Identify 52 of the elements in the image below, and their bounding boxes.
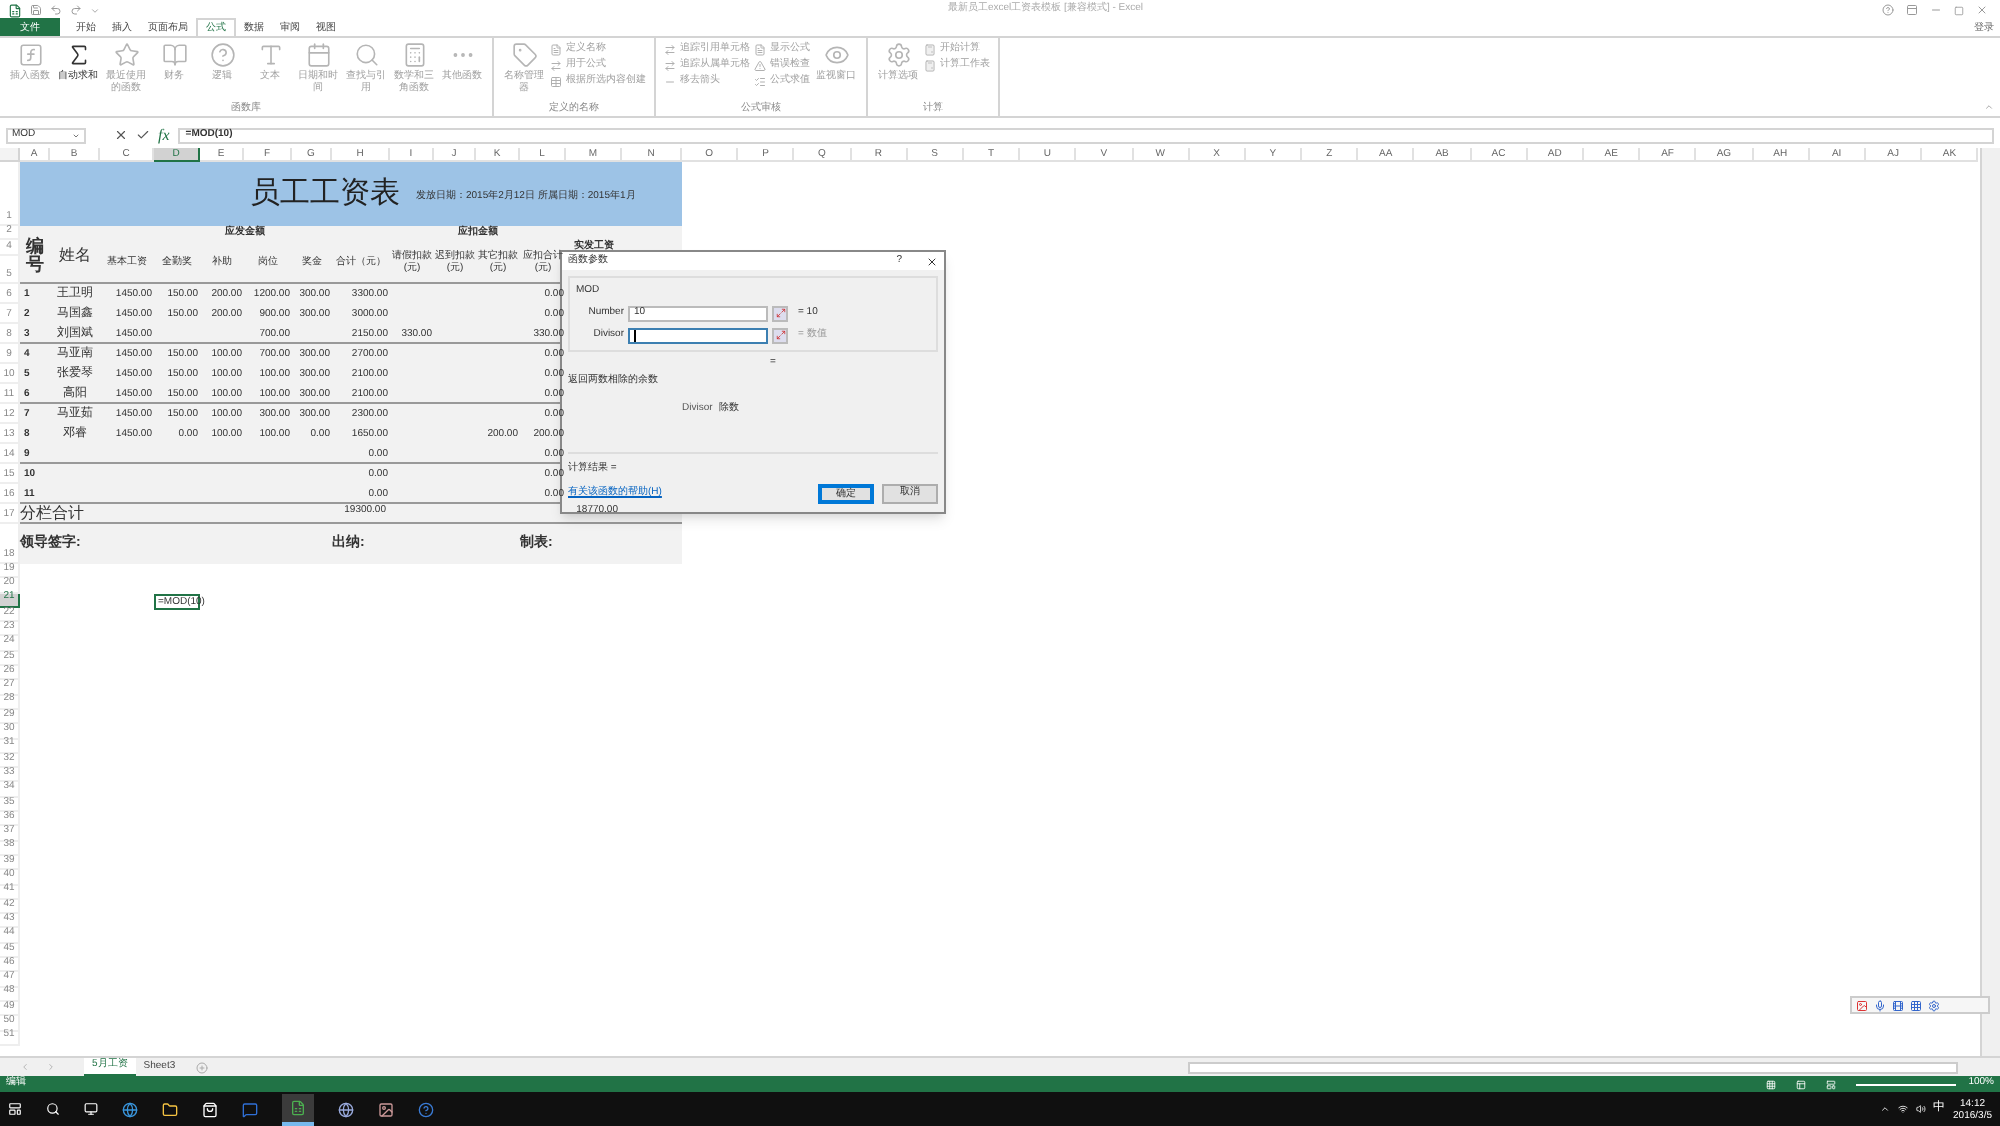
normal-view-icon: [1766, 1079, 1777, 1089]
collapse-dialog-button[interactable]: [772, 305, 788, 321]
sheet-title: 员工工资表: [250, 173, 400, 214]
next-sheet-icon: [46, 1062, 56, 1072]
vertical-scrollbar[interactable]: [1980, 148, 2000, 1056]
close-icon: [926, 255, 938, 267]
close-icon: [1976, 4, 1988, 16]
folder-icon: [162, 1101, 178, 1117]
collapse-dialog-button[interactable]: [772, 327, 788, 343]
volume-icon: [1915, 1104, 1926, 1114]
excel-icon: [8, 3, 22, 17]
insert-function-button[interactable]: fx: [158, 123, 170, 147]
tray-expand-icon: [1879, 1104, 1890, 1114]
store-icon: [202, 1101, 218, 1117]
browser-icon: [338, 1101, 354, 1117]
range-select-icon: [775, 330, 785, 340]
help-icon: [418, 1101, 434, 1117]
minimize-icon: [1930, 4, 1942, 16]
column-heading: 编号: [24, 237, 46, 273]
previous-sheet-icon: [20, 1062, 30, 1072]
film-icon: [1892, 999, 1904, 1011]
restore-icon: [1954, 5, 1964, 15]
range-select-icon: [775, 308, 785, 318]
microphone-icon: [1874, 999, 1886, 1011]
page-layout-icon: [1796, 1079, 1807, 1089]
task-view-icon: [84, 1102, 98, 1116]
page-break-icon: [1826, 1079, 1837, 1089]
enter-icon: [136, 128, 150, 142]
redo-icon: [70, 4, 82, 16]
network-icon: [1897, 1104, 1908, 1114]
settings-icon: [1928, 999, 1940, 1011]
help-icon: [1882, 4, 1894, 16]
totals-label: 分栏合计: [20, 502, 86, 526]
app-icon: [242, 1101, 258, 1117]
cancel-icon: [114, 128, 128, 142]
new-sheet-icon: [195, 1061, 208, 1073]
collapse-ribbon-icon: [1984, 102, 1994, 112]
customize-icon: [90, 5, 100, 15]
undo-icon: [50, 4, 62, 16]
start-icon: [8, 1102, 22, 1116]
image-icon: [1856, 999, 1868, 1011]
image-icon: [378, 1101, 394, 1117]
taskbar-app[interactable]: [282, 1093, 314, 1125]
argument-field[interactable]: [628, 327, 768, 343]
ribbon-options-icon: [1906, 4, 1918, 16]
horizontal-scrollbar[interactable]: [1187, 1061, 1958, 1073]
excel-icon: [290, 1099, 306, 1115]
search-icon: [46, 1102, 60, 1116]
column-heading: 姓名: [57, 243, 93, 267]
grid-icon: [1910, 999, 1922, 1011]
save-icon: [30, 4, 42, 16]
browser-icon: [122, 1101, 138, 1117]
